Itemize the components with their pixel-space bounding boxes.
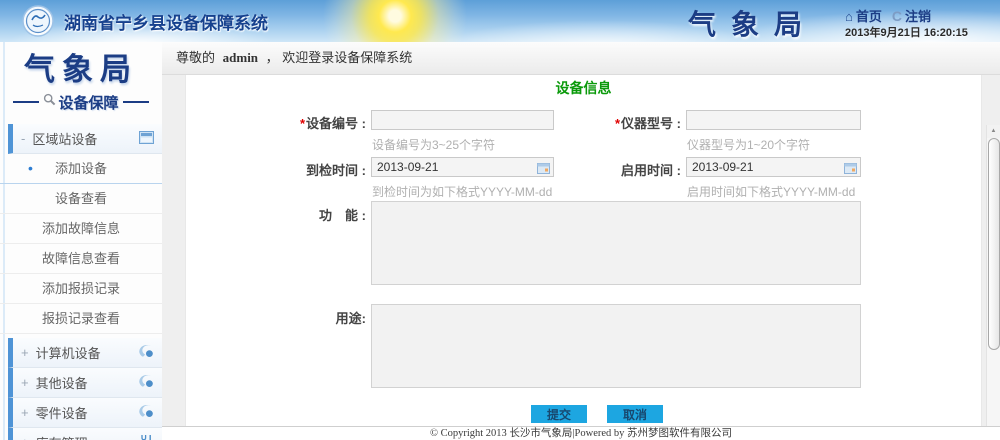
- sidebar-subtitle: 设备保障: [0, 92, 162, 112]
- sidebar-item-regional-station[interactable]: - 区域站设备: [8, 124, 162, 154]
- sidebar-submenu: • 添加设备 设备查看 添加故障信息 故障信息查看 添加报损记录 报损记录查看: [0, 154, 162, 334]
- equipment-form-panel: 设备信息 *设备编号 : 设备编号为3~25个字符 *仪器型号 : 仪器型号为1…: [185, 75, 982, 427]
- sidebar-item-inventory[interactable]: + 库存管理: [8, 428, 162, 440]
- welcome-username: admin: [223, 50, 258, 65]
- vertical-scrollbar[interactable]: ▲: [986, 125, 1000, 427]
- bubble-icon: [138, 404, 154, 421]
- content-area: 设备信息 *设备编号 : 设备编号为3~25个字符 *仪器型号 : 仪器型号为1…: [162, 75, 1000, 440]
- sidebar-collapsed-group: + 计算机设备 + 其他设备: [0, 338, 162, 440]
- datetime: 2013年9月21日 16:20:15: [845, 24, 968, 40]
- sidebar-item-other-equipment[interactable]: + 其他设备: [8, 368, 162, 398]
- sidebar-item-label: 区域站设备: [32, 129, 139, 148]
- welcome-prefix: 尊敬的: [176, 50, 215, 65]
- submit-button[interactable]: 提交: [531, 405, 587, 423]
- sidebar-item-computer-equipment[interactable]: + 计算机设备: [8, 338, 162, 368]
- system-title: 湖南省宁乡县设备保障系统: [64, 9, 268, 34]
- bubble-icon: [138, 344, 154, 361]
- collapse-indicator: -: [21, 131, 25, 146]
- usage-textarea[interactable]: [371, 304, 861, 388]
- sidebar-logo: 气象局: [0, 48, 162, 92]
- instrument-model-input[interactable]: [686, 110, 861, 130]
- footer: © Copyright 2013 长沙市气象局|Powered by 苏州梦图软…: [162, 426, 1000, 440]
- required-mark: *: [615, 116, 620, 131]
- scroll-up-icon[interactable]: ▲: [987, 125, 1000, 138]
- cancel-button[interactable]: 取消: [607, 405, 663, 423]
- equipment-number-hint: 设备编号为3~25个字符: [372, 136, 495, 153]
- window-icon: [139, 131, 154, 147]
- magnifier-icon: [43, 93, 56, 111]
- logout-link[interactable]: 注销: [905, 9, 931, 24]
- copyright-text: © Copyright 2013 长沙市气象局|Powered by 苏州梦图软…: [430, 428, 732, 439]
- instrument-model-label: *仪器型号 :: [559, 113, 681, 132]
- scrollbar-thumb[interactable]: [988, 138, 1000, 350]
- bubble-icon: [138, 374, 154, 391]
- sidebar-item-add-equipment[interactable]: • 添加设备: [0, 154, 162, 184]
- equipment-number-input[interactable]: [371, 110, 554, 130]
- function-textarea[interactable]: [371, 201, 861, 285]
- sidebar-item-view-fault[interactable]: 故障信息查看: [0, 244, 162, 274]
- required-mark: *: [300, 116, 305, 131]
- bullet-icon: •: [28, 154, 33, 183]
- sidebar-item-add-damage[interactable]: 添加报损记录: [0, 274, 162, 304]
- sidebar-subtitle-label: 设备保障: [58, 92, 118, 113]
- expand-indicator: +: [21, 405, 29, 420]
- sidebar-item-parts-equipment[interactable]: + 零件设备: [8, 398, 162, 428]
- main-area: 尊敬的 admin ， 欢迎登录设备保障系统 设备信息 *设备编号 : 设备编号…: [162, 42, 1000, 440]
- form-title: 设备信息: [186, 78, 981, 98]
- calendar-icon[interactable]: [844, 161, 857, 179]
- top-nav: ⌂首页 C注销: [845, 6, 941, 25]
- sidebar: 气象局 设备保障 - 区域站设备: [0, 42, 163, 440]
- sidebar-item-label: 计算机设备: [36, 343, 138, 362]
- usage-label: 用途:: [244, 308, 366, 327]
- function-label: 功 能 :: [244, 205, 366, 224]
- instrument-model-hint: 仪器型号为1~20个字符: [687, 136, 810, 153]
- sidebar-item-label: 库存管理: [36, 433, 140, 440]
- inspection-date-label: 到检时间 :: [244, 160, 366, 179]
- submenu-label: 添加设备: [55, 161, 107, 176]
- submenu-label: 添加报损记录: [42, 281, 120, 296]
- expand-indicator: +: [21, 375, 29, 390]
- logout-icon: C: [892, 8, 902, 24]
- calendar-icon[interactable]: [537, 161, 550, 179]
- app-window: 湖南省宁乡县设备保障系统 气象局 ⌂首页 C注销 2013年9月21日 16:20…: [0, 0, 1000, 440]
- sidebar-item-add-fault[interactable]: 添加故障信息: [0, 214, 162, 244]
- divider-line: [13, 101, 39, 103]
- home-link[interactable]: 首页: [856, 9, 882, 24]
- enable-date-input[interactable]: [686, 157, 861, 177]
- sidebar-item-label: 零件设备: [36, 403, 138, 422]
- divider-line: [123, 101, 149, 103]
- submenu-label: 添加故障信息: [42, 221, 120, 236]
- welcome-bar: 尊敬的 admin ， 欢迎登录设备保障系统: [162, 42, 1000, 75]
- brand-title: 气象局: [688, 3, 817, 43]
- enable-date-hint: 启用时间如下格式YYYY-MM-dd: [687, 183, 855, 200]
- expand-indicator: +: [21, 345, 29, 360]
- expand-indicator: +: [21, 435, 29, 440]
- sidebar-item-view-equipment[interactable]: 设备查看: [0, 184, 162, 214]
- org-emblem-icon: [22, 5, 54, 42]
- tools-icon: [140, 434, 154, 440]
- home-icon: ⌂: [845, 9, 853, 24]
- sidebar-item-view-damage[interactable]: 报损记录查看: [0, 304, 162, 334]
- submenu-label: 设备查看: [55, 191, 107, 206]
- sidebar-item-label: 其他设备: [36, 373, 138, 392]
- equipment-number-label: *设备编号 :: [244, 113, 366, 132]
- inspection-date-hint: 到检时间为如下格式YYYY-MM-dd: [372, 183, 552, 200]
- submenu-label: 报损记录查看: [42, 311, 120, 326]
- top-header: 湖南省宁乡县设备保障系统 气象局 ⌂首页 C注销 2013年9月21日 16:20…: [0, 0, 1000, 43]
- inspection-date-input[interactable]: [371, 157, 554, 177]
- welcome-suffix: ， 欢迎登录设备保障系统: [266, 50, 413, 65]
- enable-date-label: 启用时间 :: [559, 160, 681, 179]
- submenu-label: 故障信息查看: [42, 251, 120, 266]
